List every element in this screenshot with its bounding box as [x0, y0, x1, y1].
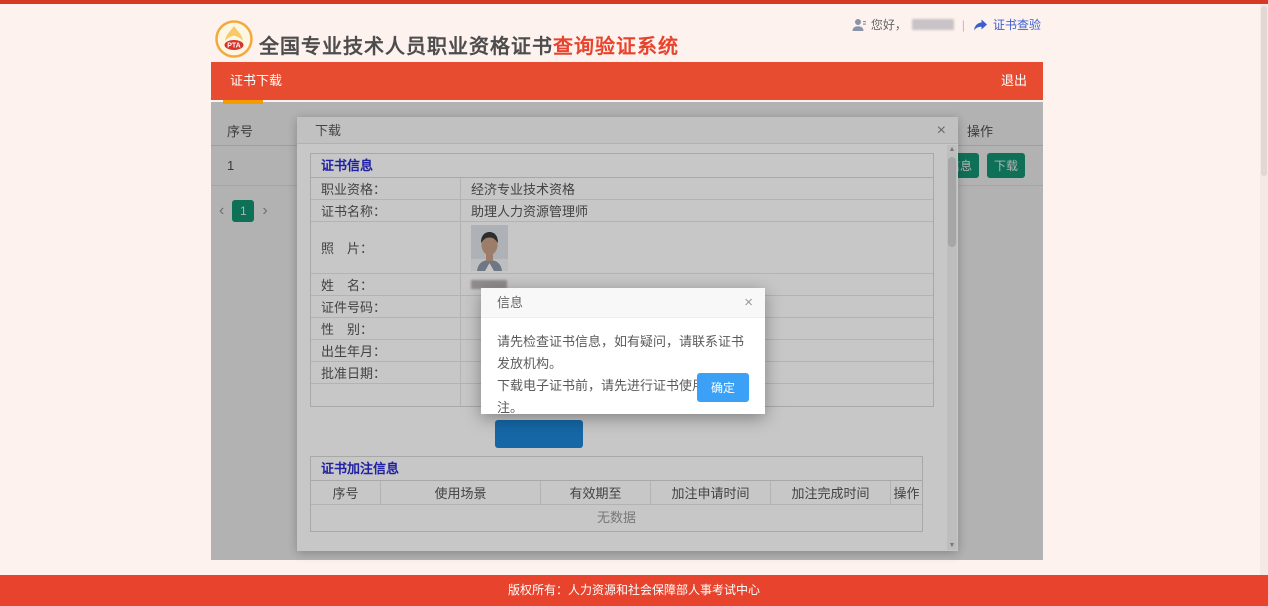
row-label: 证件号码：	[311, 296, 461, 317]
page: PTA 全国专业技术人员职业资格证书查询验证系统 您好， | 证书查验 证书下载…	[0, 0, 1268, 606]
certificate-photo	[471, 225, 508, 271]
scene-annotate-button[interactable]	[495, 420, 583, 448]
cert-row-photo: 照 片：	[311, 222, 933, 274]
user-area: 您好， | 证书查验	[852, 16, 1041, 33]
top-accent-bar	[0, 0, 1268, 4]
pta-logo-text: PTA	[227, 43, 240, 50]
cert-row-qualification: 职业资格： 经济专业技术资格	[311, 178, 933, 200]
page-title-main: 全国专业技术人员职业资格证书	[259, 36, 553, 58]
row-label: 证书名称：	[311, 200, 461, 221]
annot-col-done-time: 加注完成时间	[771, 481, 891, 504]
cert-verify-link[interactable]: 证书查验	[993, 16, 1041, 33]
annot-col-scene: 使用场景	[381, 481, 541, 504]
info-dialog-title: 信息	[497, 295, 523, 310]
page-scrollbar-thumb[interactable]	[1261, 6, 1267, 176]
scroll-up-icon[interactable]: ▲	[947, 146, 957, 153]
annot-col-apply-time: 加注申请时间	[651, 481, 771, 504]
download-modal-close-icon[interactable]: ×	[937, 117, 946, 144]
page-title: 全国专业技术人员职业资格证书查询验证系统	[259, 30, 679, 59]
info-dialog: 信息 × 请先检查证书信息，如有疑问，请联系证书发放机构。 下载电子证书前，请先…	[481, 288, 765, 414]
cert-info-section-title: 证书信息	[311, 154, 933, 178]
annotation-section-title: 证书加注信息	[311, 457, 922, 481]
row-label	[311, 384, 461, 406]
row-label: 职业资格：	[311, 178, 461, 199]
user-icon	[852, 18, 866, 32]
row-label: 性 别：	[311, 318, 461, 339]
row-label: 姓 名：	[311, 274, 461, 295]
footer: 版权所有：人力资源和社会保障部人事考试中心	[0, 575, 1268, 606]
cert-row-cert-name: 证书名称： 助理人力资源管理师	[311, 200, 933, 222]
share-arrow-icon	[973, 18, 988, 32]
no-data-text: 无数据	[311, 505, 922, 531]
row-label: 批准日期：	[311, 362, 461, 383]
site-header: PTA 全国专业技术人员职业资格证书查询验证系统 您好， | 证书查验	[211, 4, 1043, 62]
annot-col-action: 操作	[891, 481, 922, 504]
modal-scrollbar[interactable]: ▲ ▼	[947, 145, 957, 550]
info-dialog-message-line1: 请先检查证书信息，如有疑问，请联系证书发放机构。	[497, 331, 749, 375]
row-value: 经济专业技术资格	[461, 179, 575, 198]
download-modal-header: 下载 ×	[297, 117, 958, 144]
row-label: 照 片：	[311, 222, 461, 273]
confirm-button[interactable]: 确定	[697, 373, 749, 402]
download-modal-title: 下载	[315, 123, 341, 138]
tab-cert-download[interactable]: 证书下载	[230, 62, 282, 100]
row-value	[461, 225, 508, 271]
info-dialog-close-icon[interactable]: ×	[744, 288, 753, 318]
divider: |	[962, 18, 965, 32]
navbar: 证书下载 退出	[211, 62, 1043, 100]
logout-button[interactable]: 退出	[1001, 62, 1027, 100]
annot-col-seq: 序号	[311, 481, 381, 504]
info-dialog-message: 请先检查证书信息，如有疑问，请联系证书发放机构。 下载电子证书前，请先进行证书使…	[481, 318, 765, 419]
copyright-text: 版权所有：人力资源和社会保障部人事考试中心	[508, 583, 760, 597]
pta-logo-icon: PTA	[215, 20, 253, 58]
row-value: 助理人力资源管理师	[461, 201, 588, 220]
annot-col-valid-until: 有效期至	[541, 481, 651, 504]
annotation-table-header: 序号 使用场景 有效期至 加注申请时间 加注完成时间 操作	[311, 481, 922, 505]
active-tab-indicator	[223, 100, 263, 104]
scroll-down-icon[interactable]: ▼	[947, 542, 957, 549]
info-dialog-header: 信息 ×	[481, 288, 765, 318]
row-label: 出生年月：	[311, 340, 461, 361]
page-scrollbar[interactable]	[1260, 4, 1268, 575]
page-title-accent: 查询验证系统	[553, 36, 679, 58]
user-name-redacted	[912, 19, 954, 30]
modal-scrollbar-thumb[interactable]	[948, 157, 956, 247]
annotation-section: 证书加注信息 序号 使用场景 有效期至 加注申请时间 加注完成时间 操作 无数据	[310, 456, 923, 532]
greeting-text: 您好，	[871, 16, 907, 33]
